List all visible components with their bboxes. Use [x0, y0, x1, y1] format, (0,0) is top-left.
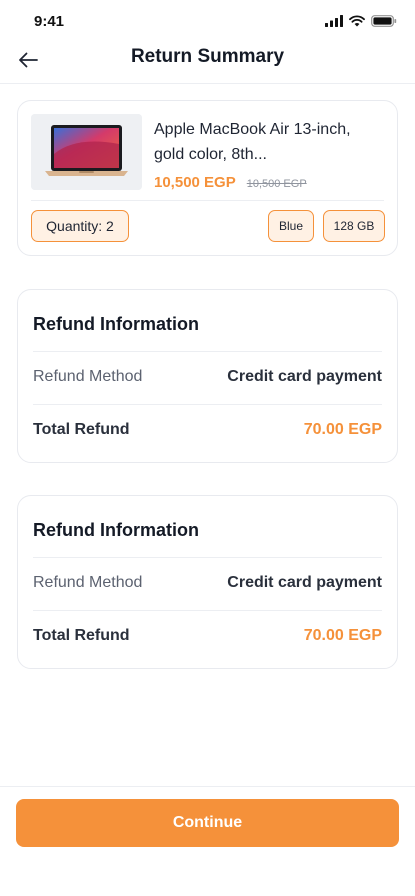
- continue-button[interactable]: Continue: [16, 799, 399, 847]
- divider: [33, 610, 382, 611]
- divider: [33, 351, 382, 352]
- price-row: 10,500 EGP 10,500 EGP: [154, 174, 307, 191]
- product-image: [31, 114, 142, 190]
- refund-info-card: Refund Information Refund Method Credit …: [17, 289, 398, 463]
- refund-info-card: Refund Information Refund Method Credit …: [17, 495, 398, 669]
- refund-info-title: Refund Information: [33, 520, 199, 540]
- product-card: Apple MacBook Air 13-inch, gold color, 8…: [17, 100, 398, 256]
- signal-icon: [325, 14, 343, 32]
- divider: [33, 404, 382, 405]
- total-refund-row: Total Refund 70.00 EGP: [33, 421, 382, 439]
- total-refund-label: Total Refund: [33, 627, 130, 644]
- refund-method-label: Refund Method: [33, 368, 143, 385]
- total-refund-row: Total Refund 70.00 EGP: [33, 627, 382, 645]
- battery-icon: [371, 14, 397, 32]
- wifi-icon: [349, 14, 365, 32]
- total-refund-value: 70.00 EGP: [303, 627, 382, 644]
- refund-info-title: Refund Information: [33, 314, 199, 334]
- color-badge: Blue: [268, 210, 314, 242]
- status-icons: [325, 14, 397, 32]
- divider: [33, 557, 382, 558]
- quantity-badge: Quantity: 2: [31, 210, 129, 242]
- total-refund-label: Total Refund: [33, 421, 130, 438]
- refund-method-row: Refund Method Credit card payment: [33, 368, 382, 386]
- bottom-bar: Continue: [0, 786, 415, 896]
- divider: [31, 200, 384, 201]
- product-title[interactable]: Apple MacBook Air 13-inch, gold color, 8…: [154, 117, 379, 167]
- product-old-price: 10,500 EGP: [246, 178, 307, 190]
- header: Return Summary: [0, 38, 415, 84]
- storage-badge: 128 GB: [323, 210, 385, 242]
- refund-method-row: Refund Method Credit card payment: [33, 574, 382, 592]
- refund-method-value: Credit card payment: [227, 574, 382, 591]
- refund-method-value: Credit card payment: [227, 368, 382, 385]
- product-price: 10,500 EGP: [154, 174, 236, 191]
- page-title: Return Summary: [130, 46, 285, 67]
- refund-method-label: Refund Method: [33, 574, 143, 591]
- status-time: 9:41: [34, 13, 65, 30]
- total-refund-value: 70.00 EGP: [303, 421, 382, 438]
